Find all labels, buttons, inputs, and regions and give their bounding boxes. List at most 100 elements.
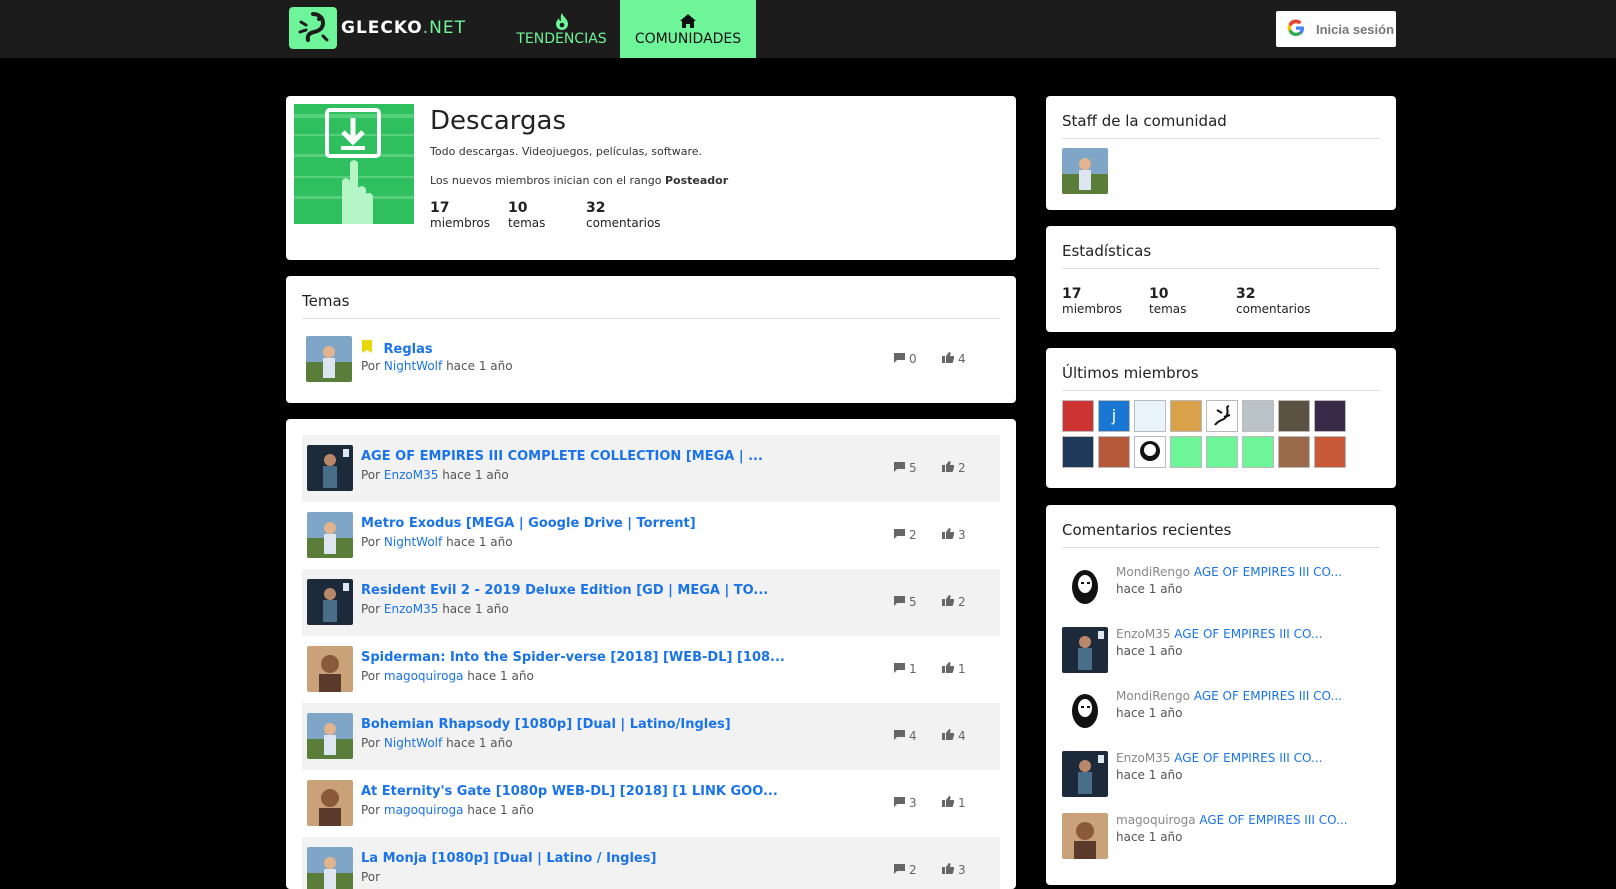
comment-icon [894, 461, 905, 475]
avatar[interactable] [307, 847, 353, 889]
pin-icon [361, 340, 373, 357]
tab-tendencias[interactable]: Tendencias [516, 0, 607, 58]
member-avatar[interactable] [1062, 400, 1094, 432]
member-avatar[interactable] [1242, 400, 1274, 432]
topic-author[interactable]: NightWolf [384, 736, 442, 750]
topic-row[interactable]: Bohemian Rhapsody [1080p] [Dual | Latino… [302, 703, 1000, 770]
site-logo[interactable]: GLECKO.NET [289, 7, 466, 49]
topic-row[interactable]: Reglas Por NightWolf hace 1 año 0 4 [302, 326, 1000, 393]
member-avatar[interactable]: j [1098, 400, 1130, 432]
thumbs-up-icon [942, 796, 955, 810]
avatar[interactable] [307, 713, 353, 759]
avatar[interactable] [1062, 813, 1108, 859]
staff-title: Staff de la comunidad [1062, 112, 1380, 139]
top-navbar: GLECKO.NET Tendencias Comunidades Inicia… [0, 0, 1616, 58]
member-avatar[interactable] [1134, 436, 1166, 468]
recent-comment[interactable]: EnzoM35 AGE OF EMPIRES III CO... hace 1 a… [1062, 627, 1382, 683]
member-avatar[interactable] [1098, 436, 1130, 468]
comment-count: 1 [894, 662, 917, 676]
topic-row[interactable]: Resident Evil 2 - 2019 Deluxe Edition [G… [302, 569, 1000, 636]
avatar[interactable] [1062, 689, 1108, 735]
comment-user[interactable]: MondiRengo [1116, 565, 1190, 579]
topic-author[interactable]: magoquiroga [384, 803, 464, 817]
comment-topic[interactable]: AGE OF EMPIRES III CO... [1194, 565, 1342, 579]
recent-comment[interactable]: EnzoM35 AGE OF EMPIRES III CO... hace 1 a… [1062, 751, 1382, 807]
comment-user[interactable]: magoquiroga [1116, 813, 1196, 827]
comment-count: 3 [894, 796, 917, 810]
avatar[interactable] [307, 579, 353, 625]
topic-title[interactable]: Metro Exodus [MEGA | Google Drive | Torr… [361, 516, 696, 531]
topic-title[interactable]: Bohemian Rhapsody [1080p] [Dual | Latino… [361, 717, 731, 732]
member-avatar[interactable] [1206, 436, 1238, 468]
comment-user[interactable]: EnzoM35 [1116, 627, 1170, 641]
avatar[interactable] [1062, 627, 1108, 673]
google-login-button[interactable]: Inicia sesión [1276, 11, 1396, 47]
member-avatar[interactable] [1170, 400, 1202, 432]
staff-avatar[interactable] [1062, 148, 1108, 194]
avatar[interactable] [307, 512, 353, 558]
like-count-value: 1 [958, 662, 966, 676]
member-avatar[interactable] [1134, 400, 1166, 432]
tab-comunidades[interactable]: Comunidades [620, 0, 756, 58]
topic-author[interactable]: NightWolf [384, 535, 442, 549]
comment-icon [894, 662, 905, 676]
member-avatar[interactable] [1314, 436, 1346, 468]
topic-row[interactable]: Spiderman: Into the Spider-verse [2018] … [302, 636, 1000, 703]
avatar[interactable] [307, 646, 353, 692]
comment-user[interactable]: MondiRengo [1116, 689, 1190, 703]
recent-comment[interactable]: MondiRengo AGE OF EMPIRES III CO... hace … [1062, 565, 1382, 621]
like-count-value: 1 [958, 796, 966, 810]
topic-title[interactable]: AGE OF EMPIRES III COMPLETE COLLECTION [… [361, 449, 763, 464]
member-avatar[interactable] [1278, 400, 1310, 432]
google-icon [1286, 18, 1306, 41]
community-name: Descargas [430, 106, 567, 136]
stat-members: 17 miembros [430, 200, 490, 230]
avatar[interactable] [1062, 565, 1108, 611]
avatar[interactable] [307, 780, 353, 826]
comment-topic[interactable]: AGE OF EMPIRES III CO... [1174, 751, 1322, 765]
avatar[interactable] [1062, 751, 1108, 797]
member-avatar[interactable] [1062, 436, 1094, 468]
stat-label: comentarios [1236, 302, 1311, 316]
rank-value: Posteador [664, 174, 729, 187]
topic-row[interactable]: AGE OF EMPIRES III COMPLETE COLLECTION [… [302, 435, 1000, 502]
comment-topic[interactable]: AGE OF EMPIRES III CO... [1174, 627, 1322, 641]
topic-author[interactable]: magoquiroga [384, 669, 464, 683]
topic-row[interactable]: La Monja [1080p] [Dual | Latino / Ingles… [302, 837, 1000, 889]
recent-comment[interactable]: MondiRengo AGE OF EMPIRES III CO... hace … [1062, 689, 1382, 745]
comment-user[interactable]: EnzoM35 [1116, 751, 1170, 765]
member-avatar[interactable] [1170, 436, 1202, 468]
comment-count: 2 [894, 528, 917, 542]
topic-row[interactable]: Metro Exodus [MEGA | Google Drive | Torr… [302, 502, 1000, 569]
comment-count-value: 5 [909, 595, 917, 609]
avatar[interactable] [306, 336, 352, 382]
topic-author[interactable]: EnzoM35 [384, 468, 438, 482]
member-avatar[interactable] [1242, 436, 1274, 468]
community-header-card: Descargas Todo descargas. Videojuegos, p… [286, 96, 1016, 260]
avatar[interactable] [307, 445, 353, 491]
recent-comment[interactable]: magoquiroga AGE OF EMPIRES III CO... hace… [1062, 813, 1382, 869]
comment-count-value: 5 [909, 461, 917, 475]
member-avatar[interactable] [1206, 400, 1238, 432]
stat-value: 10 [508, 200, 528, 216]
comment-time: hace 1 año [1116, 830, 1183, 844]
topic-title[interactable]: La Monja [1080p] [Dual | Latino / Ingles… [361, 851, 656, 866]
comment-line: MondiRengo AGE OF EMPIRES III CO... [1116, 565, 1342, 579]
topic-author[interactable]: EnzoM35 [384, 602, 438, 616]
topic-time: hace 1 año [446, 359, 513, 373]
comment-topic[interactable]: AGE OF EMPIRES III CO... [1199, 813, 1347, 827]
member-avatar[interactable] [1278, 436, 1310, 468]
topic-title[interactable]: At Eternity's Gate [1080p WEB-DL] [2018]… [361, 784, 778, 799]
comment-topic[interactable]: AGE OF EMPIRES III CO... [1194, 689, 1342, 703]
comment-count-value: 2 [909, 528, 917, 542]
member-avatar[interactable] [1314, 400, 1346, 432]
topic-author[interactable]: NightWolf [384, 359, 442, 373]
like-count: 1 [942, 796, 966, 810]
topic-title[interactable]: Reglas [361, 340, 433, 357]
like-count-value: 2 [958, 595, 966, 609]
topic-meta: Por [361, 870, 380, 884]
topic-row[interactable]: At Eternity's Gate [1080p WEB-DL] [2018]… [302, 770, 1000, 837]
topic-title[interactable]: Spiderman: Into the Spider-verse [2018] … [361, 650, 785, 665]
topic-title[interactable]: Resident Evil 2 - 2019 Deluxe Edition [G… [361, 583, 768, 598]
by-label: Por [361, 736, 381, 750]
